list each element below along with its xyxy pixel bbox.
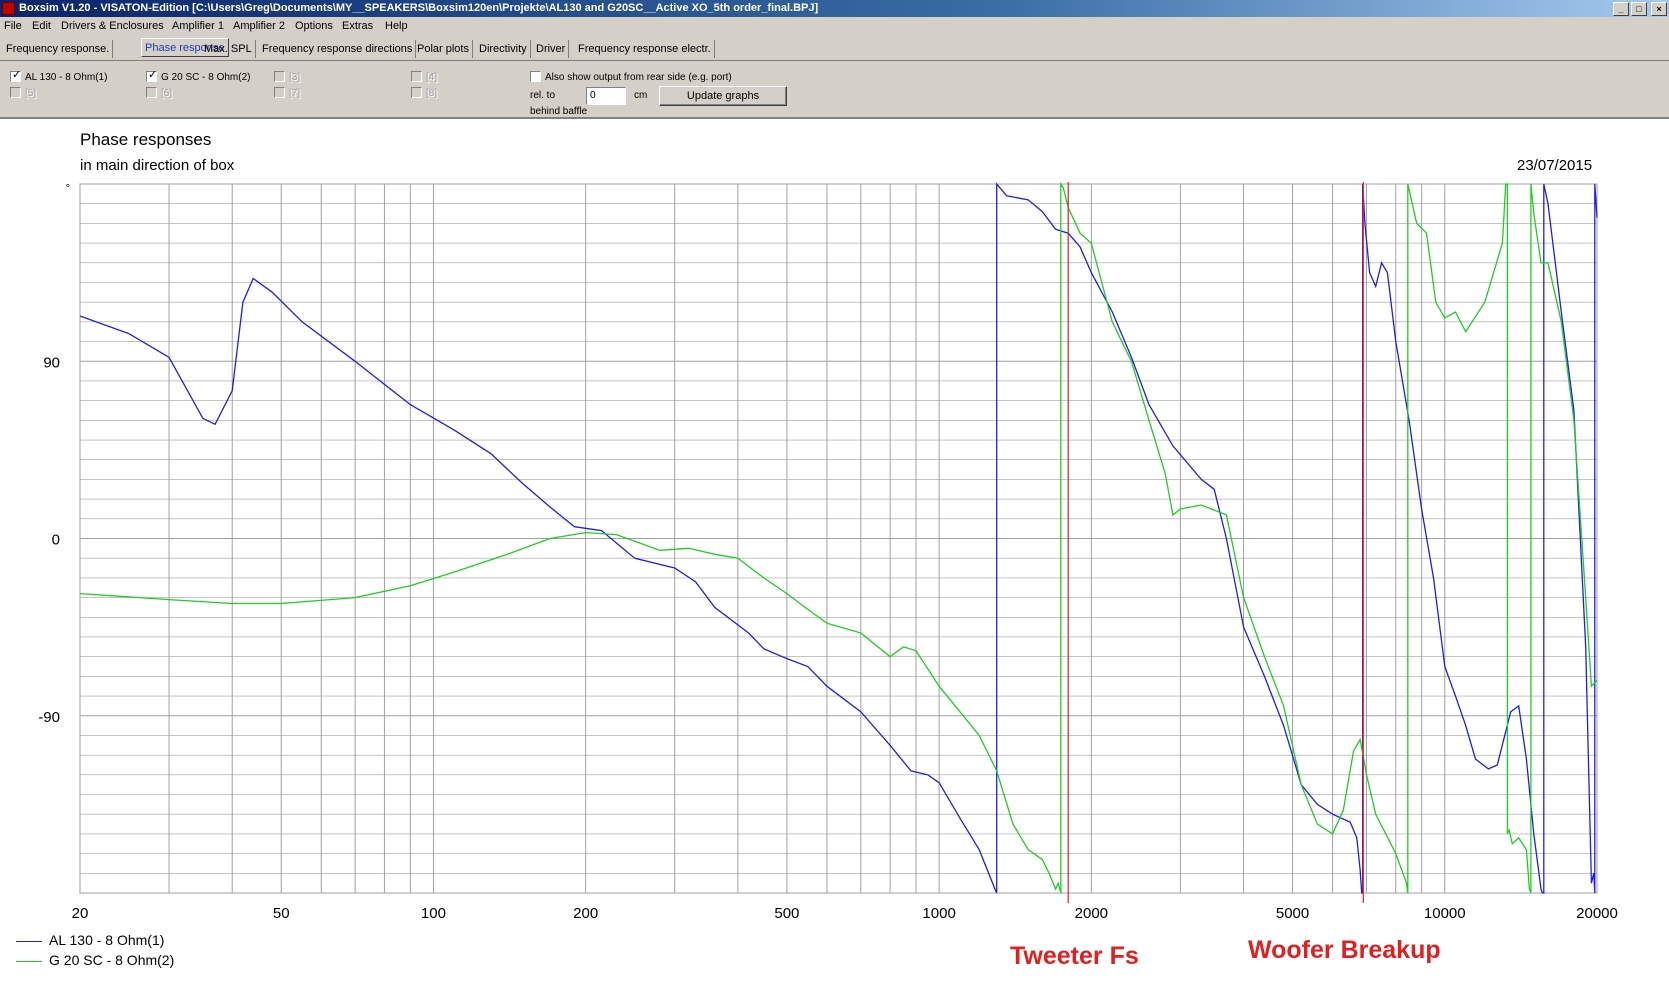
chart-subtitle: in main direction of box: [80, 157, 235, 174]
x-tick-label: 100: [421, 905, 446, 922]
x-tick-label: 20: [72, 905, 89, 922]
woofer-breakup-annotation: Woofer Breakup: [1248, 936, 1441, 964]
chart-title: Phase responses: [80, 130, 212, 149]
y-tick-label: -90: [38, 709, 60, 726]
x-tick-label: 20000: [1576, 905, 1618, 922]
legend-swatch-1: [16, 940, 42, 942]
legend-label-2: G 20 SC - 8 Ohm(2): [49, 952, 175, 968]
legend-label-1: AL 130 - 8 Ohm(1): [49, 932, 165, 948]
tweeter-fs-annotation: Tweeter Fs: [1010, 942, 1139, 970]
y-tick-label: 90: [43, 354, 60, 371]
chart-date: 23/07/2015: [1517, 157, 1593, 174]
x-tick-label: 5000: [1276, 905, 1309, 922]
legend-item-1: AL 130 - 8 Ohm(1): [16, 932, 164, 948]
x-tick-label: 200: [573, 905, 598, 922]
x-tick-label: 10000: [1424, 905, 1466, 922]
x-tick-label: 50: [273, 905, 290, 922]
y-tick-label: 0: [52, 532, 60, 549]
phase-chart: 20 50 100 200 500 1000 2000 5000 10000 20000 90 0 -9…: [38, 181, 1618, 922]
x-tick-label: 500: [774, 905, 799, 922]
x-tick-label: 2000: [1075, 905, 1108, 922]
legend-item-2: G 20 SC - 8 Ohm(2): [16, 952, 174, 968]
x-tick-label: 1000: [922, 905, 955, 922]
y-unit-label: °: [66, 183, 70, 195]
legend-swatch-2: [16, 960, 42, 962]
